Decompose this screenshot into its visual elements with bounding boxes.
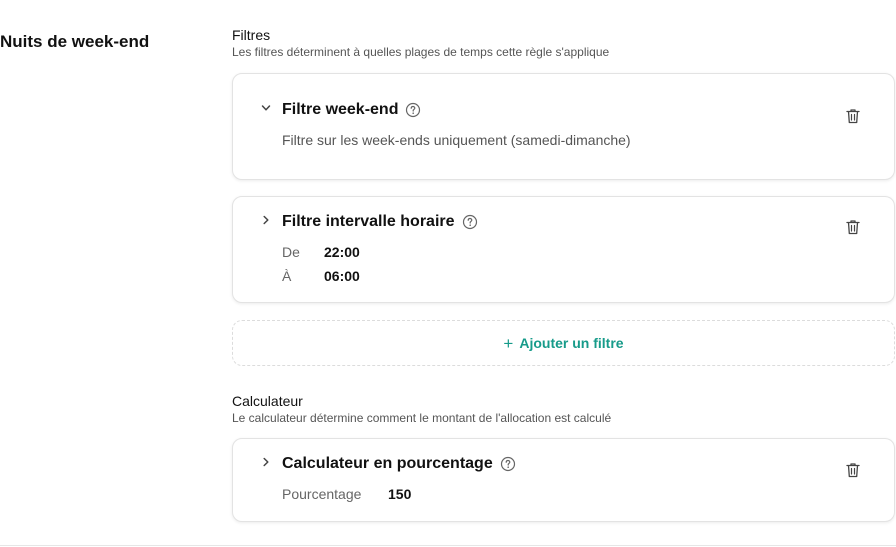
percentage-value: 150 [388, 486, 412, 502]
chevron-right-icon[interactable] [261, 457, 271, 467]
filter-card-title: Filtre intervalle horaire [282, 213, 478, 231]
help-icon[interactable] [405, 102, 421, 118]
time-from-label: De [282, 244, 300, 260]
calculator-card-percentage: Calculateur en pourcentage Pourcentage 1… [232, 438, 895, 522]
delete-filter-trash-icon[interactable] [846, 219, 860, 235]
calculator-card-title-text: Calculateur en pourcentage [282, 455, 493, 472]
time-to-label: À [282, 268, 292, 284]
add-filter-label: Ajouter un filtre [519, 335, 624, 351]
filter-card-title-text: Filtre intervalle horaire [282, 213, 455, 230]
delete-calculator-trash-icon[interactable] [846, 462, 860, 478]
chevron-down-icon[interactable] [261, 103, 271, 113]
calculator-card-title: Calculateur en pourcentage [282, 455, 516, 473]
delete-filter-trash-icon[interactable] [846, 108, 860, 124]
filter-card-time-range: Filtre intervalle horaire De 22:00 À 06:… [232, 196, 895, 303]
time-to-value: 06:00 [324, 268, 360, 284]
time-from-value: 22:00 [324, 244, 360, 260]
filters-section-title: Filtres [232, 27, 271, 43]
filter-card-title: Filtre week-end [282, 101, 421, 119]
filters-section-description: Les filtres déterminent à quelles plages… [232, 45, 610, 59]
filter-card-description: Filtre sur les week-ends uniquement (sam… [282, 132, 631, 148]
help-icon[interactable] [500, 456, 516, 472]
rule-title: Nuits de week-end [0, 32, 150, 51]
calculator-section-title: Calculateur [232, 393, 303, 409]
rule-editor: Nuits de week-end Filtres Les filtres dé… [0, 0, 896, 547]
add-filter-button[interactable]: + Ajouter un filtre [232, 320, 895, 366]
filter-card-weekend: Filtre week-end Filtre sur les week-ends… [232, 73, 895, 180]
plus-icon: + [503, 333, 514, 353]
help-icon[interactable] [462, 214, 478, 230]
bottom-divider [0, 545, 896, 546]
percentage-label: Pourcentage [282, 486, 362, 502]
calculator-section-description: Le calculateur détermine comment le mont… [232, 411, 612, 425]
chevron-right-icon[interactable] [261, 215, 271, 225]
filter-card-title-text: Filtre week-end [282, 101, 399, 118]
